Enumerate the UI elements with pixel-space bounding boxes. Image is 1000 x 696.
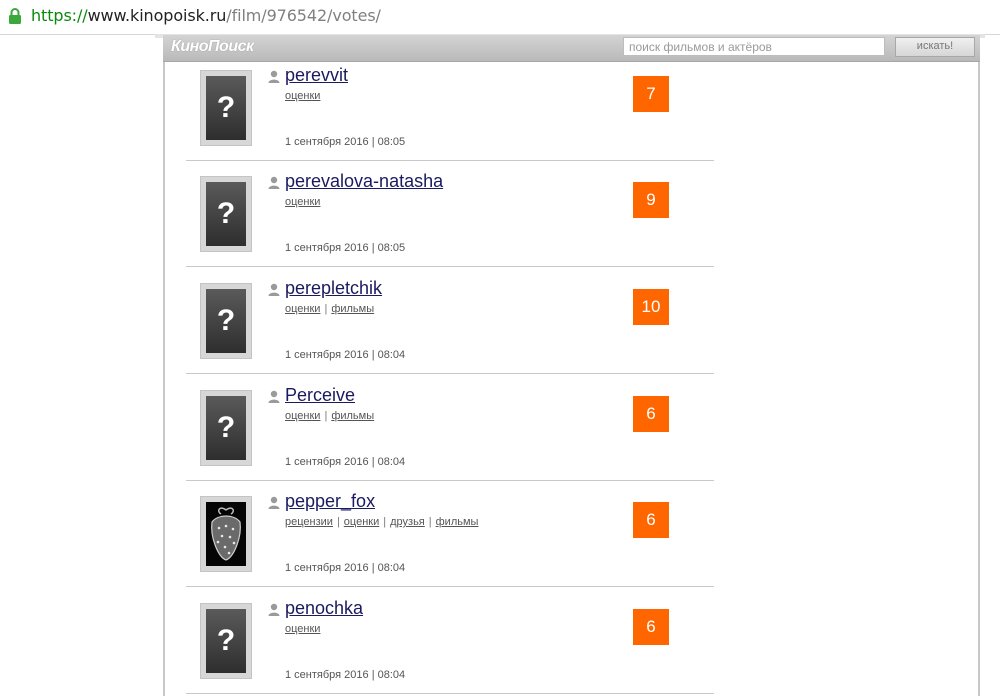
user-icon bbox=[268, 283, 280, 296]
user-avatar[interactable]: ? bbox=[200, 176, 252, 252]
vote-row: pepper_fox рецензии | оценки | друзья | фильмы 1… bbox=[186, 480, 714, 587]
score-badge: 9 bbox=[633, 182, 669, 218]
score-badge: 6 bbox=[633, 502, 669, 538]
url-text[interactable]: https://www.kinopoisk.ru/film/976542/vot… bbox=[31, 6, 381, 25]
question-mark-icon: ? bbox=[206, 609, 246, 673]
url-path: /film/976542/votes/ bbox=[226, 6, 381, 25]
user-link[interactable]: оценки bbox=[285, 90, 320, 102]
question-mark-icon: ? bbox=[206, 289, 246, 353]
user-avatar[interactable] bbox=[200, 496, 252, 572]
score-badge: 10 bbox=[633, 289, 669, 325]
user-link[interactable]: оценки bbox=[285, 303, 320, 315]
vote-row: ? penochka оценки 1 сентября 2016 | 08:04 6 bbox=[186, 587, 714, 694]
user-links: оценки bbox=[285, 90, 320, 102]
user-link[interactable]: фильмы bbox=[436, 516, 479, 528]
vote-date: 1 сентября 2016 | 08:04 bbox=[285, 669, 406, 681]
vote-date: 1 сентября 2016 | 08:04 bbox=[285, 562, 406, 574]
user-icon bbox=[268, 496, 280, 509]
question-mark-icon: ? bbox=[206, 182, 246, 246]
user-links: оценки bbox=[285, 623, 320, 635]
user-link[interactable]: фильмы bbox=[331, 303, 374, 315]
link-separator: | bbox=[336, 516, 340, 528]
link-separator: | bbox=[383, 516, 387, 528]
user-avatar[interactable]: ? bbox=[200, 390, 252, 466]
user-avatar[interactable]: ? bbox=[200, 603, 252, 679]
user-link[interactable]: оценки bbox=[285, 196, 320, 208]
user-links: рецензии | оценки | друзья | фильмы bbox=[285, 516, 478, 528]
user-avatar[interactable]: ? bbox=[200, 70, 252, 146]
user-link[interactable]: рецензии bbox=[285, 516, 333, 528]
user-link[interactable]: друзья bbox=[390, 516, 425, 528]
vote-row: ? perevvit оценки 1 сентября 2016 | 08:05 7 bbox=[186, 54, 714, 161]
user-link[interactable]: фильмы bbox=[331, 410, 374, 422]
user-link[interactable]: оценки bbox=[285, 623, 320, 635]
user-icon bbox=[268, 603, 280, 616]
username-link[interactable]: penochka bbox=[285, 598, 363, 619]
username-link[interactable]: pepper_fox bbox=[285, 491, 375, 512]
score-badge: 6 bbox=[633, 396, 669, 432]
vote-date: 1 сентября 2016 | 08:04 bbox=[285, 349, 406, 361]
user-icon bbox=[268, 70, 280, 83]
url-host: www.kinopoisk.ru bbox=[87, 6, 227, 25]
username-link[interactable]: perevvit bbox=[285, 65, 348, 86]
user-avatar[interactable]: ? bbox=[200, 283, 252, 359]
username-link[interactable]: perevalova-natasha bbox=[285, 171, 443, 192]
question-mark-icon: ? bbox=[206, 76, 246, 140]
username-link[interactable]: perepletchik bbox=[285, 278, 382, 299]
vote-date: 1 сентября 2016 | 08:04 bbox=[285, 456, 406, 468]
score-badge: 7 bbox=[633, 76, 669, 112]
user-link[interactable]: оценки bbox=[344, 516, 379, 528]
question-mark-icon: ? bbox=[206, 396, 246, 460]
vote-row: ? Perceive оценки | фильмы 1 сентября 2016 | … bbox=[186, 374, 714, 481]
user-links: оценки bbox=[285, 196, 320, 208]
vote-row: ? perepletchik оценки | фильмы 1 сентября 201… bbox=[186, 267, 714, 374]
address-bar[interactable]: https://www.kinopoisk.ru/film/976542/vot… bbox=[0, 0, 1000, 35]
username-link[interactable]: Perceive bbox=[285, 385, 355, 406]
user-icon bbox=[268, 176, 280, 189]
link-separator: | bbox=[428, 516, 432, 528]
url-scheme: https:// bbox=[31, 6, 88, 25]
link-separator: | bbox=[324, 303, 328, 315]
search-button[interactable]: искать! bbox=[895, 37, 975, 57]
user-link[interactable]: оценки bbox=[285, 410, 320, 422]
user-links: оценки | фильмы bbox=[285, 410, 374, 422]
vote-date: 1 сентября 2016 | 08:05 bbox=[285, 242, 406, 254]
vote-row: ? perevalova-natasha оценки 1 сентября 2016… bbox=[186, 160, 714, 267]
strawberry-avatar-photo bbox=[206, 502, 246, 566]
link-separator: | bbox=[324, 410, 328, 422]
lock-icon bbox=[9, 8, 21, 24]
user-icon bbox=[268, 390, 280, 403]
score-badge: 6 bbox=[633, 609, 669, 645]
vote-date: 1 сентября 2016 | 08:05 bbox=[285, 136, 406, 148]
user-links: оценки | фильмы bbox=[285, 303, 374, 315]
